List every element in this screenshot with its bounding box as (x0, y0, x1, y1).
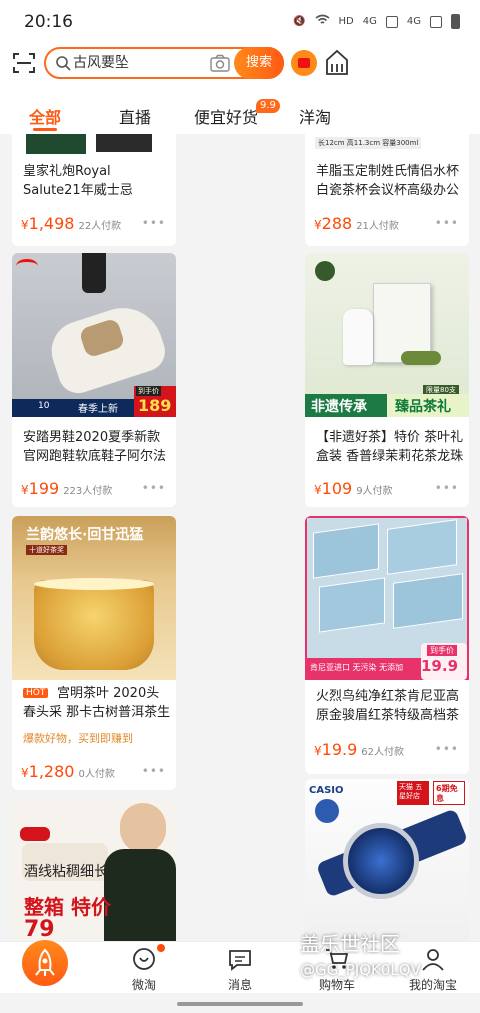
gift-icon[interactable] (291, 50, 317, 76)
image-headline: 酒线粘稠细长 (24, 864, 108, 880)
product-card[interactable]: 10 春季上新 到手价 189 安踏男鞋2020夏季新款官网跑鞋软底鞋子阿尔法跑… (12, 253, 176, 507)
product-title: 皇家礼炮Royal Salute21年威士忌 (23, 164, 133, 198)
search-icon (56, 56, 71, 71)
signal-icon-2 (430, 15, 442, 28)
weitao-icon (133, 948, 155, 970)
sold-count: 0人付款 (78, 769, 115, 780)
product-title: 【非遗好茶】特价 茶叶礼盒装 香普绿茉莉花茶龙珠 (316, 430, 464, 464)
image-caption: 长12cm 高11.3cm 容量300ml (315, 137, 422, 149)
product-title: 宫明茶叶 2020头春头采 那卡古树普洱茶生茶 (23, 686, 171, 720)
product-price: ¥1,280 0人付款 (21, 762, 115, 781)
nav-label-weitao: 微淘 (131, 978, 156, 992)
watermark: 盖乐世社区 @GG_PJQK0LQV (300, 928, 478, 998)
product-title: 安踏男鞋2020夏季新款官网跑鞋软底鞋子阿尔法跑步 (23, 430, 167, 464)
nav-messages[interactable]: 消息 (205, 942, 275, 994)
promo-text: 爆款好物，买到即赚到 (23, 732, 133, 745)
search-button[interactable]: 搜索 (234, 47, 284, 79)
tab-cheap-goods[interactable]: 便宜好货 (194, 104, 258, 128)
image-brand: CASIO (309, 785, 344, 796)
product-card[interactable]: 酒线粘稠细长 整箱 特价 79 (12, 799, 176, 941)
status-bar: 20:16 🔇 HD 4G 4G (0, 0, 480, 44)
nav-label-messages: 消息 (227, 978, 252, 992)
nav-home[interactable] (0, 940, 70, 994)
image-price-tag: 到手价 (136, 386, 161, 396)
network-4g-label: 4G (362, 16, 377, 27)
product-card[interactable]: 肯尼亚进口 无污染 无添加 到手价 19.9 火烈鸟纯净红茶肯尼亚高原金骏眉红茶… (305, 516, 469, 774)
message-icon (229, 950, 251, 971)
more-icon[interactable]: ••• (435, 481, 459, 495)
product-image: 酒线粘稠细长 整箱 特价 79 (12, 799, 176, 941)
store-icon[interactable] (324, 48, 350, 76)
product-price: ¥19.9 62人付款 (314, 740, 404, 759)
product-title: 火烈鸟纯净红茶肯尼亚高原金骏眉红茶特级高档茶包浓 (316, 689, 460, 723)
watermark-line2: @GG_PJQK0LQV (300, 961, 421, 979)
image-price-tag: 到手价 (427, 645, 457, 656)
sold-count: 9人付款 (356, 486, 393, 497)
image-price: 19.9 (421, 657, 459, 675)
status-time: 20:16 (24, 12, 73, 32)
gesture-bar[interactable] (177, 1002, 303, 1006)
mute-icon: 🔇 (293, 16, 306, 27)
more-icon[interactable]: ••• (142, 764, 166, 778)
image-right-text: 臻品茶礼 (395, 399, 451, 415)
product-price: ¥109 9人付款 (314, 479, 393, 498)
battery-icon (451, 14, 460, 29)
network-4g-label-2: 4G (406, 16, 421, 27)
product-price: ¥199 223人付款 (21, 479, 113, 498)
product-title: 羊脂玉定制姓氏情侣水杯白瓷茶杯会议杯高级办公室带 (316, 164, 460, 198)
image-price: 79 (24, 917, 55, 941)
sold-count: 62人付款 (361, 747, 404, 758)
signal-icon (385, 15, 398, 28)
search-box[interactable]: 搜索 (44, 47, 284, 79)
tab-all[interactable]: 全部 (29, 104, 61, 128)
image-small-text: 10 (38, 401, 50, 411)
scan-icon[interactable] (12, 51, 36, 75)
image-store-tag: 天猫 五星好店 (397, 781, 429, 805)
category-tabs: 全部 直播 便宜好货 9.9 洋淘 (0, 86, 480, 134)
product-price: ¥288 21人付款 (314, 214, 399, 233)
product-image: 兰韵悠长·回甘迅猛 十道好茶奖 (12, 516, 176, 680)
product-card[interactable]: 皇家礼炮Royal Salute21年威士忌 ¥1,498 22人付款 ••• (12, 134, 176, 246)
watermark-line1: 盖乐世社区 (300, 932, 400, 956)
product-card[interactable]: CASIO 天猫 五星好店 6期免息 (305, 779, 469, 941)
more-icon[interactable]: ••• (435, 742, 459, 756)
image-subline: 整箱 特价 (24, 895, 111, 919)
wifi-icon (315, 14, 330, 29)
more-icon[interactable]: ••• (142, 481, 166, 495)
image-headline: 兰韵悠长·回甘迅猛 (26, 527, 144, 543)
more-icon[interactable]: ••• (435, 216, 459, 230)
image-price: 189 (138, 396, 172, 415)
product-price: ¥1,498 22人付款 (21, 214, 122, 233)
tab-badge: 9.9 (256, 99, 280, 113)
status-icons: 🔇 HD 4G 4G (293, 14, 460, 29)
product-image: 10 春季上新 到手价 189 (12, 253, 176, 417)
product-image: 限量80支 非遗传承 臻品茶礼 (305, 253, 469, 417)
tab-overseas[interactable]: 洋淘 (299, 104, 331, 128)
more-icon[interactable]: ••• (142, 216, 166, 230)
product-card[interactable]: 限量80支 非遗传承 臻品茶礼 【非遗好茶】特价 茶叶礼盒装 香普绿茉莉花茶龙珠… (305, 253, 469, 507)
tab-live[interactable]: 直播 (119, 104, 151, 128)
network-hd-label: HD (338, 16, 354, 27)
product-card[interactable]: 长12cm 高11.3cm 容量300ml 羊脂玉定制姓氏情侣水杯白瓷茶杯会议杯… (305, 134, 469, 246)
product-image: 肯尼亚进口 无污染 无添加 到手价 19.9 (305, 516, 469, 680)
image-award-tag: 十道好茶奖 (26, 545, 67, 555)
sold-count: 21人付款 (356, 221, 399, 232)
rocket-home-icon (22, 940, 68, 986)
image-banner: 春季上新 (78, 404, 118, 415)
product-image: CASIO 天猫 五星好店 6期免息 (305, 779, 469, 941)
nav-weitao[interactable]: 微淘 (109, 942, 179, 994)
product-image (12, 134, 176, 154)
sold-count: 223人付款 (63, 486, 113, 497)
sold-count: 22人付款 (78, 221, 122, 232)
image-banner: 肯尼亚进口 无污染 无添加 (310, 663, 404, 672)
camera-icon[interactable] (210, 54, 230, 72)
search-input[interactable] (73, 49, 203, 77)
search-row: 搜索 (0, 44, 480, 86)
image-installment-tag: 6期免息 (433, 781, 465, 805)
active-tab-indicator (33, 128, 57, 131)
image-left-text: 非遗传承 (311, 399, 367, 415)
product-image: 长12cm 高11.3cm 容量300ml (305, 134, 469, 154)
notification-dot (157, 944, 165, 952)
product-card[interactable]: 兰韵悠长·回甘迅猛 十道好茶奖 HOT 宫明茶叶 2020头春头采 那卡古树普洱… (12, 516, 176, 790)
